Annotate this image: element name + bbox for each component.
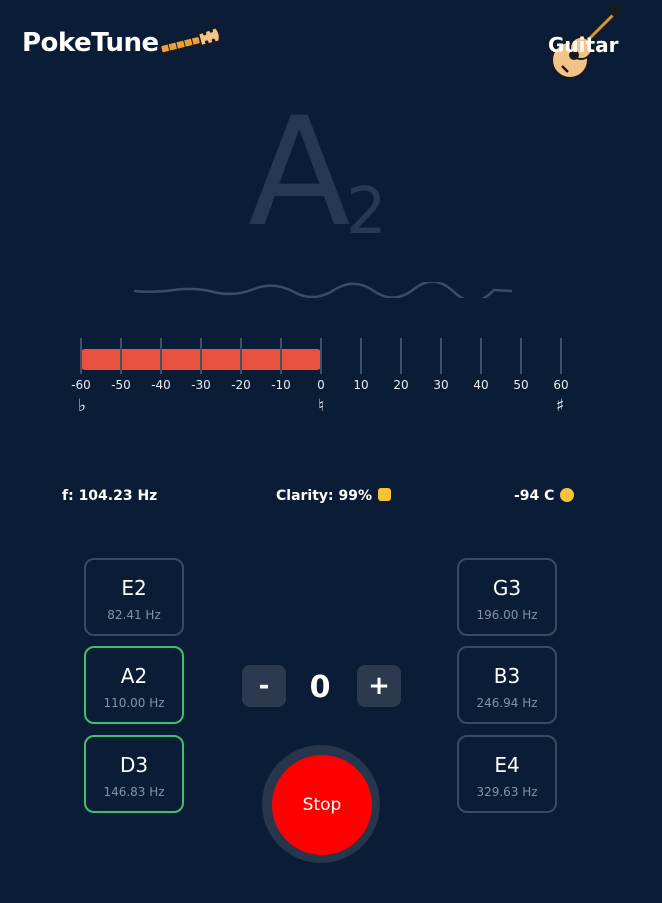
surprised-face-icon <box>560 488 575 502</box>
clarity-text: Clarity: 99% <box>276 488 373 504</box>
meter-tick-label: 50 <box>513 378 529 392</box>
meter-tick <box>480 338 482 374</box>
waveform <box>134 282 512 298</box>
cents-readout: -94 C <box>514 488 575 504</box>
detected-octave: 2 <box>346 175 387 249</box>
thumbs-up-icon <box>378 488 392 501</box>
meter-tick <box>280 338 282 374</box>
string-note: B3 <box>493 664 521 688</box>
meter-tick-label: -60 <box>71 378 91 392</box>
meter-tick-label: 20 <box>393 378 409 392</box>
meter-tick-label: 40 <box>473 378 489 392</box>
natural-symbol: ♮ <box>317 396 325 416</box>
meter-tick-label: 30 <box>433 378 449 392</box>
meter-tick-label: -50 <box>111 378 131 392</box>
meter-tick-label: -40 <box>151 378 171 392</box>
frequency-readout: f: 104.23 Hz <box>62 488 157 504</box>
string-note: A2 <box>120 664 148 688</box>
meter-tick <box>520 338 522 374</box>
transpose-value: 0 <box>309 670 331 705</box>
meter-tick-label: -10 <box>271 378 291 392</box>
string-note: E2 <box>121 576 147 600</box>
meter-tick-label: -30 <box>191 378 211 392</box>
meter-tick <box>240 338 242 374</box>
string-button-g3[interactable]: G3 196.00 Hz <box>457 558 557 636</box>
transpose-up-button[interactable]: + <box>357 665 401 707</box>
guitar-neck-icon <box>159 26 221 54</box>
meter-tick <box>400 338 402 374</box>
app-title: PokeTune <box>22 28 159 58</box>
string-frequency: 246.94 Hz <box>476 696 538 710</box>
string-button-e2[interactable]: E2 82.41 Hz <box>84 558 184 636</box>
meter-tick <box>440 338 442 374</box>
meter-tick <box>360 338 362 374</box>
string-note: G3 <box>492 576 522 600</box>
sharp-symbol: ♯ <box>555 396 565 416</box>
string-frequency: 329.63 Hz <box>476 785 538 799</box>
flat-symbol: ♭ <box>77 396 87 416</box>
frequency-text: f: 104.23 Hz <box>62 488 158 504</box>
meter-tick-label: 60 <box>553 378 569 392</box>
string-button-a2[interactable]: A2 110.00 Hz <box>84 646 184 724</box>
detected-note: A <box>248 86 351 260</box>
string-button-b3[interactable]: B3 246.94 Hz <box>457 646 557 724</box>
string-note: D3 <box>119 753 149 777</box>
string-button-d3[interactable]: D3 146.83 Hz <box>84 735 184 813</box>
clarity-readout: Clarity: 99% <box>276 488 392 504</box>
string-frequency: 110.00 Hz <box>103 696 165 710</box>
cents-text: -94 C <box>514 488 555 504</box>
meter-tick <box>320 338 322 374</box>
meter-tick <box>160 338 162 374</box>
meter-tick <box>200 338 202 374</box>
string-frequency: 146.83 Hz <box>103 785 165 799</box>
meter-tick <box>80 338 82 374</box>
string-frequency: 196.00 Hz <box>476 608 538 622</box>
meter-tick <box>560 338 562 374</box>
string-note: E4 <box>494 753 520 777</box>
meter-tick-label: -20 <box>231 378 251 392</box>
instrument-label[interactable]: Guitar <box>548 33 618 57</box>
stop-button[interactable]: Stop <box>272 755 372 855</box>
meter-tick-label: 0 <box>317 378 325 392</box>
meter-tick-label: 10 <box>353 378 369 392</box>
string-button-e4[interactable]: E4 329.63 Hz <box>457 735 557 813</box>
meter-tick <box>120 338 122 374</box>
string-frequency: 82.41 Hz <box>107 608 161 622</box>
transpose-down-button[interactable]: - <box>242 665 286 707</box>
